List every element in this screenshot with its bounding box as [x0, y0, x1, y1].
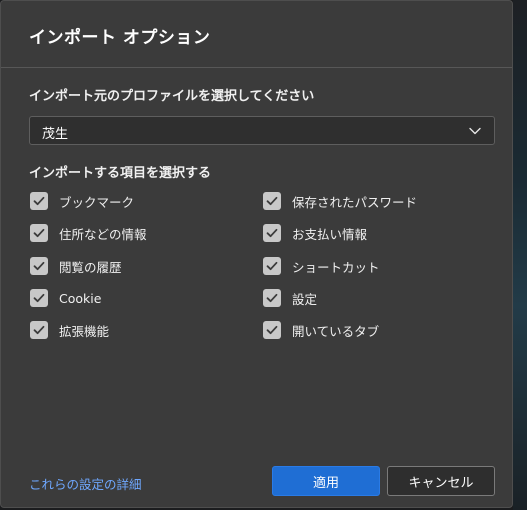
checkbox-box[interactable] — [30, 224, 48, 242]
checkbox-label: 開いているタブ — [292, 323, 380, 339]
checkmark-icon — [266, 228, 278, 238]
checkbox-label: 住所などの情報 — [59, 226, 147, 242]
items-section-label: インポートする項目を選択する — [29, 166, 212, 181]
checkmark-icon — [266, 293, 278, 303]
import-button[interactable]: 適用 — [272, 466, 380, 496]
checkbox-extensions[interactable]: 拡張機能 — [30, 320, 109, 340]
checkbox-open-tabs[interactable]: 開いているタブ — [263, 320, 379, 340]
chevron-down-icon — [469, 127, 481, 135]
checkbox-box[interactable] — [30, 192, 48, 210]
background-window-edge — [513, 0, 527, 510]
checkbox-box[interactable] — [30, 289, 48, 307]
checkmark-icon — [33, 261, 45, 271]
checkbox-label: 保存されたパスワード — [292, 194, 418, 210]
checkbox-addresses[interactable]: 住所などの情報 — [30, 223, 147, 243]
checkbox-box[interactable] — [30, 257, 48, 275]
profile-section-label: インポート元のプロファイルを選択してください — [29, 89, 315, 104]
checkbox-box[interactable] — [30, 321, 48, 339]
checkbox-history[interactable]: 閲覧の履歴 — [30, 256, 122, 276]
title-divider — [1, 67, 512, 68]
checkmark-icon — [33, 196, 45, 206]
checkbox-box[interactable] — [263, 224, 281, 242]
checkmark-icon — [266, 196, 278, 206]
checkbox-box[interactable] — [263, 192, 281, 210]
checkmark-icon — [33, 228, 45, 238]
checkmark-icon — [33, 293, 45, 303]
profile-dropdown[interactable]: 茂生 — [29, 116, 495, 145]
checkbox-saved-passwords[interactable]: 保存されたパスワード — [263, 191, 417, 211]
checkbox-label: 設定 — [292, 291, 318, 307]
checkbox-label: ショートカット — [292, 259, 380, 275]
checkmark-icon — [266, 325, 278, 335]
checkbox-label: 拡張機能 — [59, 323, 110, 339]
profile-dropdown-value: 茂生 — [42, 127, 69, 142]
checkbox-label: お支払い情報 — [292, 226, 368, 242]
settings-details-link[interactable]: これらの設定の詳細 — [29, 474, 142, 493]
checkbox-shortcuts[interactable]: ショートカット — [263, 256, 380, 276]
checkbox-label: ブックマーク — [59, 194, 135, 210]
checkbox-cookies[interactable]: Cookie — [30, 288, 101, 308]
checkbox-payment-info[interactable]: お支払い情報 — [263, 223, 367, 243]
checkbox-label: 閲覧の履歴 — [59, 259, 122, 275]
checkbox-label: Cookie — [59, 290, 102, 306]
import-options-dialog: インポート オプション インポート元のプロファイルを選択してください 茂生 イン… — [0, 0, 513, 508]
checkbox-settings[interactable]: 設定 — [263, 288, 317, 308]
checkbox-box[interactable] — [263, 321, 281, 339]
checkbox-bookmarks[interactable]: ブックマーク — [30, 191, 134, 211]
checkbox-box[interactable] — [263, 257, 281, 275]
checkmark-icon — [266, 261, 278, 271]
checkmark-icon — [33, 325, 45, 335]
dialog-title: インポート オプション — [29, 28, 211, 48]
checkbox-box[interactable] — [263, 289, 281, 307]
cancel-button[interactable]: キャンセル — [387, 466, 495, 496]
